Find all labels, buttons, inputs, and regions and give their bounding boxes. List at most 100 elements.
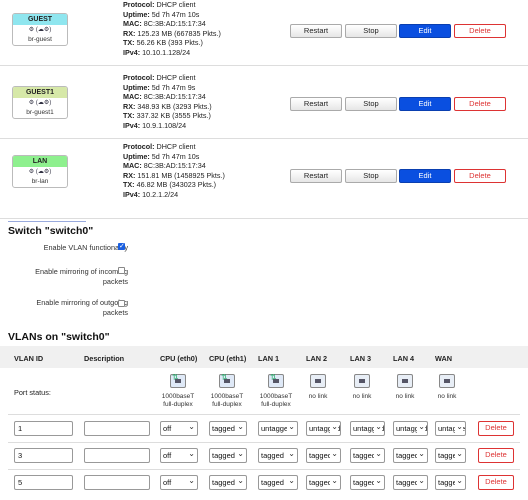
option-label-line: packets (102, 308, 128, 317)
port-speed: 1000baseT (161, 393, 195, 400)
vlan-port-select[interactable]: tagged (209, 421, 247, 436)
edit-button[interactable]: Edit (399, 169, 451, 183)
info-label: TX: (123, 180, 135, 189)
vlan-port-select[interactable]: tagged (209, 448, 247, 463)
info-value-tx: 337.32 KB (3555 Pkts.) (134, 111, 211, 120)
info-value-tx: 46.82 MB (343023 Pkts.) (134, 180, 217, 189)
vlan-port-select[interactable]: tagged (350, 448, 385, 463)
interface-info: Protocol: DHCP client Uptime: 5d 7h 47m 1… (123, 142, 225, 199)
port-speed: no link (308, 393, 328, 400)
port-speed: no link (395, 393, 415, 400)
vlan-port-select[interactable]: tagged (350, 475, 385, 490)
vlan-id-input[interactable]: 5 (14, 475, 73, 490)
restart-button[interactable]: Restart (290, 24, 342, 38)
interface-row: LAN ⚙ (☁⚙) br-lan Protocol: DHCP client Upti… (0, 141, 528, 219)
vlan-description-input[interactable] (84, 448, 150, 463)
info-label: RX: (123, 28, 136, 38)
vlan-port-select[interactable]: untagged (350, 421, 385, 436)
vlan-port-select[interactable]: off (160, 475, 198, 490)
info-line-mac: MAC: 8C:3B:AD:15:17:34 (123, 161, 225, 171)
restart-button[interactable]: Restart (290, 97, 342, 111)
stop-button[interactable]: Stop (345, 169, 397, 183)
interface-status-icon: ⚙ (☁⚙) (28, 169, 52, 175)
port-link-up-icon (268, 374, 284, 388)
interface-status-icon: ⚙ (☁⚙) (28, 27, 52, 33)
info-value-ipv4: 10.9.1.108/24 (140, 120, 187, 130)
vlan-port-select[interactable]: tagged (435, 448, 466, 463)
vlan-port-select[interactable]: off (160, 421, 198, 436)
vlan-port-select[interactable]: tagged (306, 448, 341, 463)
vlan-description-input[interactable] (84, 475, 150, 490)
vlan-delete-button[interactable]: Delete (478, 475, 514, 490)
vlan-port-select[interactable]: untagged (393, 421, 428, 436)
port-no-link-icon (439, 374, 455, 388)
switch-option-checkbox[interactable] (118, 242, 125, 250)
table-divider (8, 414, 520, 415)
switch-title-underline (8, 221, 86, 222)
vlan-port-select[interactable]: tagged (209, 475, 247, 490)
stop-button[interactable]: Stop (345, 24, 397, 38)
vlan-port-select[interactable]: tagged (435, 475, 466, 490)
interface-badge[interactable]: GUEST ⚙ (☁⚙) br-guest (12, 13, 68, 46)
info-label: RX: (123, 170, 136, 180)
stop-button[interactable]: Stop (345, 97, 397, 111)
port-status-cell: no link (346, 374, 378, 401)
info-value-mac: 8C:3B:AD:15:17:34 (141, 19, 206, 28)
vlans-title: VLANs on "switch0" (8, 331, 110, 343)
vlan-id-input[interactable]: 3 (14, 448, 73, 463)
vlan-column-header: LAN 4 (393, 354, 415, 363)
vlan-port-select[interactable]: untagged (435, 421, 466, 436)
vlan-delete-button[interactable]: Delete (478, 421, 514, 436)
vlan-port-select[interactable]: off (160, 448, 198, 463)
vlan-port-select[interactable]: tagged (393, 448, 428, 463)
info-line-tx: TX: 337.32 KB (3555 Pkts.) (123, 111, 212, 121)
info-line-ipv4: IPv4: 10.10.1.128/24 (123, 48, 221, 58)
vlan-description-input[interactable] (84, 421, 150, 436)
delete-button[interactable]: Delete (454, 24, 506, 38)
info-line-rx: RX: 125.23 MB (667835 Pkts.) (123, 29, 221, 39)
port-no-link-icon (310, 374, 326, 388)
vlan-column-header: LAN 2 (306, 354, 328, 363)
info-value-protocol: DHCP client (154, 73, 196, 82)
port-status-label: Port status: (14, 388, 51, 397)
info-line-tx: TX: 46.82 MB (343023 Pkts.) (123, 180, 225, 190)
port-status-cell: 1000baseTfull-duplex (156, 374, 200, 409)
info-line-tx: TX: 56.26 KB (393 Pkts.) (123, 38, 221, 48)
vlan-port-select[interactable]: tagged (258, 448, 298, 463)
restart-button[interactable]: Restart (290, 169, 342, 183)
info-label: TX: (123, 38, 135, 47)
interface-badge[interactable]: LAN ⚙ (☁⚙) br-lan (12, 155, 68, 188)
port-speed: no link (352, 393, 372, 400)
vlan-port-select[interactable]: tagged (306, 475, 341, 490)
port-status-cell: 1000baseTfull-duplex (205, 374, 249, 409)
vlan-id-input[interactable]: 1 (14, 421, 73, 436)
edit-button[interactable]: Edit (399, 24, 451, 38)
vlan-port-select[interactable]: tagged (258, 475, 298, 490)
info-value-uptime: 5d 7h 47m 9s (149, 82, 196, 92)
interface-device: br-guest1 (26, 109, 54, 116)
port-status-cell: 1000baseTfull-duplex (254, 374, 298, 409)
info-label: Uptime: (123, 82, 150, 92)
interface-badge[interactable]: GUEST1 ⚙ (☁⚙) br-guest1 (12, 86, 68, 119)
info-line-uptime: Uptime: 5d 7h 47m 10s (123, 152, 225, 162)
info-line-protocol: Protocol: DHCP client (123, 0, 221, 10)
vlan-column-header: LAN 3 (350, 354, 372, 363)
info-value-tx: 56.26 KB (393 Pkts.) (134, 38, 203, 47)
vlan-delete-button[interactable]: Delete (478, 448, 514, 463)
vlan-port-select[interactable]: untagged (258, 421, 298, 436)
edit-button[interactable]: Edit (399, 97, 451, 111)
info-value-mac: 8C:3B:AD:15:17:34 (141, 161, 206, 170)
info-label: Protocol: (123, 0, 155, 9)
vlan-port-select[interactable]: untagged (306, 421, 341, 436)
interface-info: Protocol: DHCP client Uptime: 5d 7h 47m 1… (123, 0, 221, 57)
vlan-port-select[interactable]: tagged (393, 475, 428, 490)
vlan-column-header: CPU (eth1) (209, 354, 247, 363)
port-duplex: full-duplex (212, 401, 242, 408)
delete-button[interactable]: Delete (454, 97, 506, 111)
delete-button[interactable]: Delete (454, 169, 506, 183)
option-label-line: Enable mirroring of incoming (35, 267, 128, 276)
switch-option-checkbox[interactable] (118, 300, 125, 307)
switch-option-checkbox[interactable] (118, 267, 125, 274)
interface-row: GUEST ⚙ (☁⚙) br-guest Protocol: DHCP client… (0, 0, 528, 66)
info-value-rx: 125.23 MB (667835 Pkts.) (135, 28, 221, 38)
